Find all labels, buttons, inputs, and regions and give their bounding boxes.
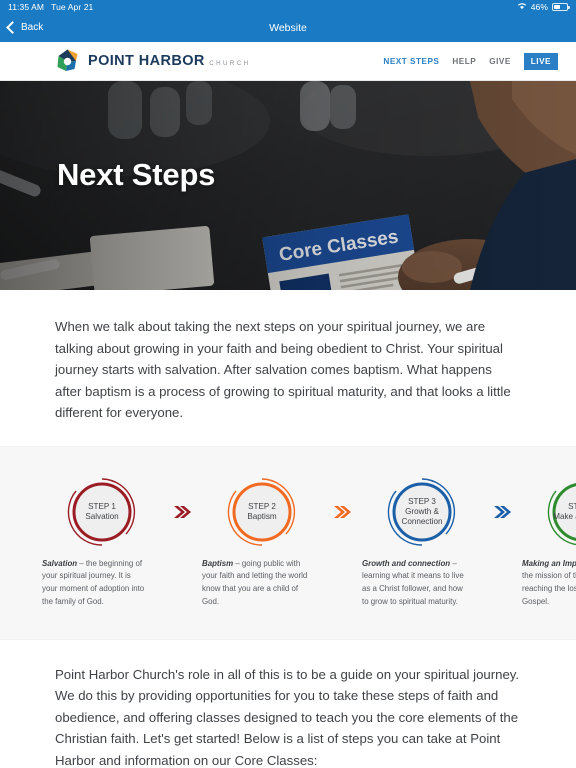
step-description-3: Growth and connection – learning what it… [362,558,482,609]
ios-status-bar: 11:35 AM Tue Apr 21 46% [0,0,576,14]
status-bar-right: 46% [517,2,570,12]
steps-section: STEP 1 Salvation Salvation – the beginni… [0,445,576,640]
step-name-4: Make an Impact [553,511,576,521]
step-description-lead-4: Making an Impact [522,558,576,568]
step-description-lead-2: Baptism [202,558,234,568]
step-column-1: STEP 1 Salvation Salvation – the beginni… [42,473,162,609]
step-circle-2: STEP 2 Baptism [202,473,322,551]
step-circle-1: STEP 1 Salvation [42,473,162,551]
battery-icon [552,3,570,11]
step-arrow-3 [482,473,522,551]
app-navigation-bar: Back Website [0,14,576,42]
step-number-2: STEP 2 [248,501,276,511]
step-number-4: STEP 4 [568,501,576,511]
step-number-3: STEP 3 [408,496,436,506]
step-description-4: Making an Impact – joining the mission o… [522,558,576,609]
status-bar-left: 11:35 AM Tue Apr 21 [8,2,93,12]
step-column-2: STEP 2 Baptism Baptism – going public wi… [202,473,322,609]
step-description-1: Salvation – the beginning of your spirit… [42,558,162,609]
chevron-left-icon [6,21,19,34]
brand-name: POINT HARBOR [88,53,205,69]
step-name-3: Growth & Connection [401,506,443,526]
battery-percent-label: 46% [530,2,548,12]
brand-logo[interactable]: POINT HARBOR CHURCH [54,48,250,75]
chevron-right-arrow-icon [494,505,511,518]
step-circle-3: STEP 3 Growth & Connection [362,473,482,551]
brand-wordmark: POINT HARBOR CHURCH [88,53,250,69]
step-label-1: STEP 1 Salvation [71,501,133,521]
site-nav: NEXT STEPS HELP GIVE LIVE [383,52,558,70]
nav-link-give[interactable]: GIVE [489,57,511,66]
step-name-2: Baptism [247,511,277,521]
point-harbor-logo-icon [54,48,81,75]
wifi-icon [517,2,527,12]
step-description-lead-1: Salvation [42,558,78,568]
status-date: Tue Apr 21 [51,2,94,12]
hero-banner: Core Classes [0,81,576,290]
intro-section: When we talk about taking the next steps… [0,290,576,424]
back-button-label: Back [21,22,44,33]
step-column-4: STEP 4 Make an Impact Making an Impact –… [522,473,576,609]
intro-paragraph: When we talk about taking the next steps… [55,319,511,421]
step-label-2: STEP 2 Baptism [231,501,293,521]
step-label-3: STEP 3 Growth & Connection [391,496,453,526]
nav-link-next-steps[interactable]: NEXT STEPS [383,57,439,66]
status-time: 11:35 AM [8,2,45,12]
step-circle-4: STEP 4 Make an Impact [522,473,576,551]
site-header: POINT HARBOR CHURCH NEXT STEPS HELP GIVE… [0,42,576,81]
chevron-right-arrow-icon [174,505,191,518]
closing-section: Point Harbor Church's role in all of thi… [0,640,576,768]
nav-link-help[interactable]: HELP [452,57,476,66]
step-label-4: STEP 4 Make an Impact [551,501,576,521]
brand-subtitle: CHURCH [209,60,251,67]
step-number-1: STEP 1 [88,501,116,511]
step-arrow-2 [322,473,362,551]
nav-bar-title: Website [269,21,307,34]
back-button[interactable]: Back [0,21,44,34]
live-button[interactable]: LIVE [523,52,558,70]
step-arrow-1 [162,473,202,551]
closing-paragraph: Point Harbor Church's role in all of thi… [55,666,520,768]
step-description-lead-3: Growth and connection [362,558,451,568]
step-column-3: STEP 3 Growth & Connection Growth and co… [362,473,482,609]
chevron-right-arrow-icon [334,505,351,518]
hero-title: Next Steps [57,157,216,192]
step-name-1: Salvation [85,511,119,521]
step-description-2: Baptism – going public with your faith a… [202,558,322,609]
steps-circles-row: STEP 1 Salvation Salvation – the beginni… [42,473,576,609]
